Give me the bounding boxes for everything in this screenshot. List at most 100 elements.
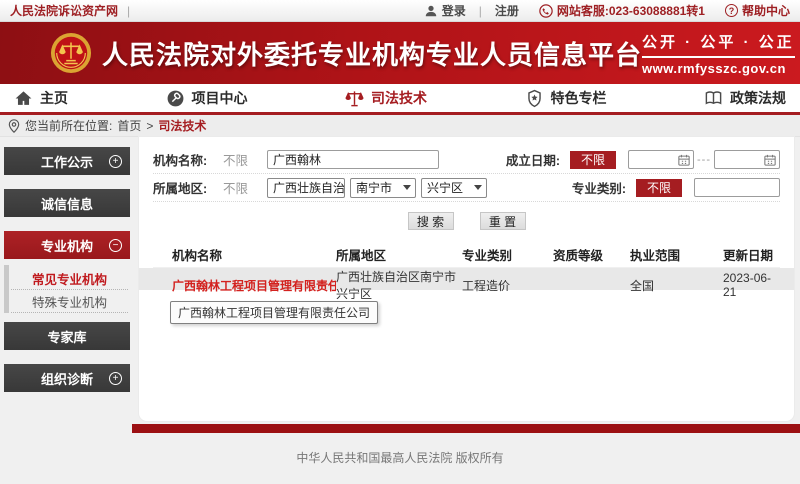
main-nav: 主页 项目中心 司法技术 特色专栏 政策法规 (0, 84, 800, 115)
org-name-label: 机构名称: (153, 150, 223, 169)
help-center-link[interactable]: 帮助中心 (742, 2, 790, 19)
sidebar-item-organization-diagnosis[interactable]: 组织诊断 + (4, 364, 130, 392)
site-banner: 人民法院对外委托专业机构专业人员信息平台 公开 · 公平 · 公正 www.rm… (0, 22, 800, 84)
cell-practice-scope: 全国 (630, 277, 723, 294)
sidebar-item-label: 组织诊断 (41, 369, 93, 388)
divider: | (479, 4, 482, 18)
slogan-text: 公开 · 公平 · 公正 (642, 31, 795, 58)
help-icon: ? (725, 4, 738, 17)
user-icon (424, 4, 438, 18)
region-unlimited-option[interactable]: 不限 (223, 178, 267, 197)
nav-label: 项目中心 (192, 88, 248, 108)
sidebar-item-label: 诚信信息 (41, 194, 93, 213)
table-row: 广西翰林工程项目管理有限责任... 广西壮族自治区南宁市兴宁区 工程造价 全国 … (139, 268, 794, 290)
category-label: 专业类别: (572, 178, 626, 197)
site-title: 人民法院对外委托专业机构专业人员信息平台 (102, 35, 642, 72)
sidebar-item-label: 工作公示 (41, 152, 93, 171)
chevron-down-icon (403, 185, 411, 190)
nav-label: 特色专栏 (551, 88, 607, 108)
location-pin-icon (8, 119, 20, 133)
district-select[interactable]: 兴宁区 (421, 178, 487, 198)
expand-plus-icon: + (109, 372, 122, 385)
form-row-org-name: 机构名称: 不限 成立日期: 不限 --- (153, 146, 780, 174)
expand-plus-icon: + (109, 155, 122, 168)
nav-judicial-technology[interactable]: 司法技术 (345, 88, 427, 108)
founded-start-date-input[interactable] (628, 150, 694, 169)
sidebar-item-label: 专业机构 (41, 236, 93, 255)
calendar-icon (678, 154, 690, 166)
org-name-link[interactable]: 广西翰林工程项目管理有限责任... (172, 277, 336, 294)
district-select-value: 兴宁区 (427, 179, 463, 196)
search-button[interactable]: 搜 索 (408, 212, 454, 230)
province-select-value: 广西壮族自治 (273, 179, 345, 196)
page-footer: 中华人民共和国最高人民法院 版权所有 (0, 433, 800, 482)
calendar-icon (764, 154, 776, 166)
login-link[interactable]: 登录 (442, 2, 466, 19)
book-icon (704, 89, 723, 108)
founded-date-label: 成立日期: (506, 150, 560, 169)
col-header-category: 专业类别 (462, 245, 553, 264)
breadcrumb: 您当前所在位置: 首页 > 司法技术 (0, 115, 800, 137)
col-header-region: 所属地区 (336, 245, 462, 264)
nav-home[interactable]: 主页 (14, 88, 68, 108)
reset-button[interactable]: 重 置 (480, 212, 526, 230)
top-utility-bar: 人民法院诉讼资产网 | 登录 | 注册 网站客服:023-63088881转1 … (0, 0, 800, 22)
sidebar-item-integrity-info[interactable]: 诚信信息 (4, 189, 130, 217)
nav-label: 政策法规 (730, 88, 786, 108)
professional-institutions-submenu: 常见专业机构 特殊专业机构 (4, 265, 130, 313)
nav-project-center[interactable]: 项目中心 (166, 88, 248, 108)
results-table-header: 机构名称 所属地区 专业类别 资质等级 执业范围 更新日期 (153, 241, 780, 268)
col-header-org-name: 机构名称 (172, 245, 336, 264)
city-select[interactable]: 南宁市 (350, 178, 416, 198)
cell-update-date: 2023-06-21 (723, 271, 780, 299)
org-name-input[interactable] (267, 150, 439, 169)
org-name-unlimited-option[interactable]: 不限 (223, 150, 267, 169)
breadcrumb-home[interactable]: 首页 (117, 117, 141, 134)
copyright-text: 中华人民共和国最高人民法院 版权所有 (296, 449, 503, 466)
register-link[interactable]: 注册 (495, 2, 519, 19)
nav-policies-regulations[interactable]: 政策法规 (704, 88, 786, 108)
founded-end-date-input[interactable] (714, 150, 780, 169)
col-header-qualification: 资质等级 (553, 245, 630, 264)
phone-icon (539, 4, 553, 18)
site-url: www.rmfysszc.gov.cn (642, 61, 795, 76)
submenu-item-label: 常见专业机构 (32, 269, 107, 288)
home-icon (14, 89, 33, 108)
breadcrumb-current: 司法技术 (158, 117, 206, 134)
date-range-separator: --- (697, 154, 711, 166)
sidebar-item-label: 专家库 (47, 327, 86, 346)
project-center-icon (166, 89, 185, 108)
col-header-update-date: 更新日期 (723, 245, 780, 264)
content-bottom-red-bar (132, 424, 800, 433)
submenu-item-label: 特殊专业机构 (32, 292, 107, 311)
divider: | (127, 4, 130, 18)
col-header-practice-scope: 执业范围 (630, 245, 723, 264)
sidebar-item-expert-library[interactable]: 专家库 (4, 322, 130, 350)
chevron-down-icon (474, 185, 482, 190)
sidebar: 工作公示 + 诚信信息 专业机构 − 常见专业机构 特殊专业机构 专家库 组织诊… (0, 137, 132, 424)
court-emblem-logo (50, 32, 92, 74)
founded-unlimited-button[interactable]: 不限 (570, 151, 616, 169)
submenu-item-special-institutions[interactable]: 特殊专业机构 (11, 290, 128, 313)
nav-label: 司法技术 (371, 88, 427, 108)
submenu-item-common-institutions[interactable]: 常见专业机构 (11, 267, 128, 290)
litigation-assets-site-link[interactable]: 人民法院诉讼资产网 (10, 2, 118, 19)
org-name-tooltip: 广西翰林工程项目管理有限责任公司 (170, 301, 378, 324)
city-select-value: 南宁市 (356, 179, 392, 196)
customer-service-text: 网站客服:023-63088881转1 (557, 2, 705, 19)
nav-label: 主页 (40, 88, 68, 108)
breadcrumb-prefix: 您当前所在位置: (25, 117, 112, 134)
main-panel: 机构名称: 不限 成立日期: 不限 --- (139, 137, 794, 421)
form-row-region: 所属地区: 不限 广西壮族自治 南宁市 兴宁区 专业类别: 不限 (153, 174, 780, 202)
content-area: 工作公示 + 诚信信息 专业机构 − 常见专业机构 特殊专业机构 专家库 组织诊… (0, 137, 800, 424)
nav-featured-columns[interactable]: 特色专栏 (525, 88, 607, 108)
category-unlimited-button[interactable]: 不限 (636, 179, 682, 197)
sidebar-item-work-publicity[interactable]: 工作公示 + (4, 147, 130, 175)
region-label: 所属地区: (153, 178, 223, 197)
badge-icon (525, 89, 544, 108)
province-select[interactable]: 广西壮族自治 (267, 178, 345, 198)
sidebar-item-professional-institutions[interactable]: 专业机构 − (4, 231, 130, 259)
form-actions: 搜 索 重 置 (153, 202, 780, 237)
category-input[interactable] (694, 178, 780, 197)
cell-category: 工程造价 (462, 277, 553, 294)
